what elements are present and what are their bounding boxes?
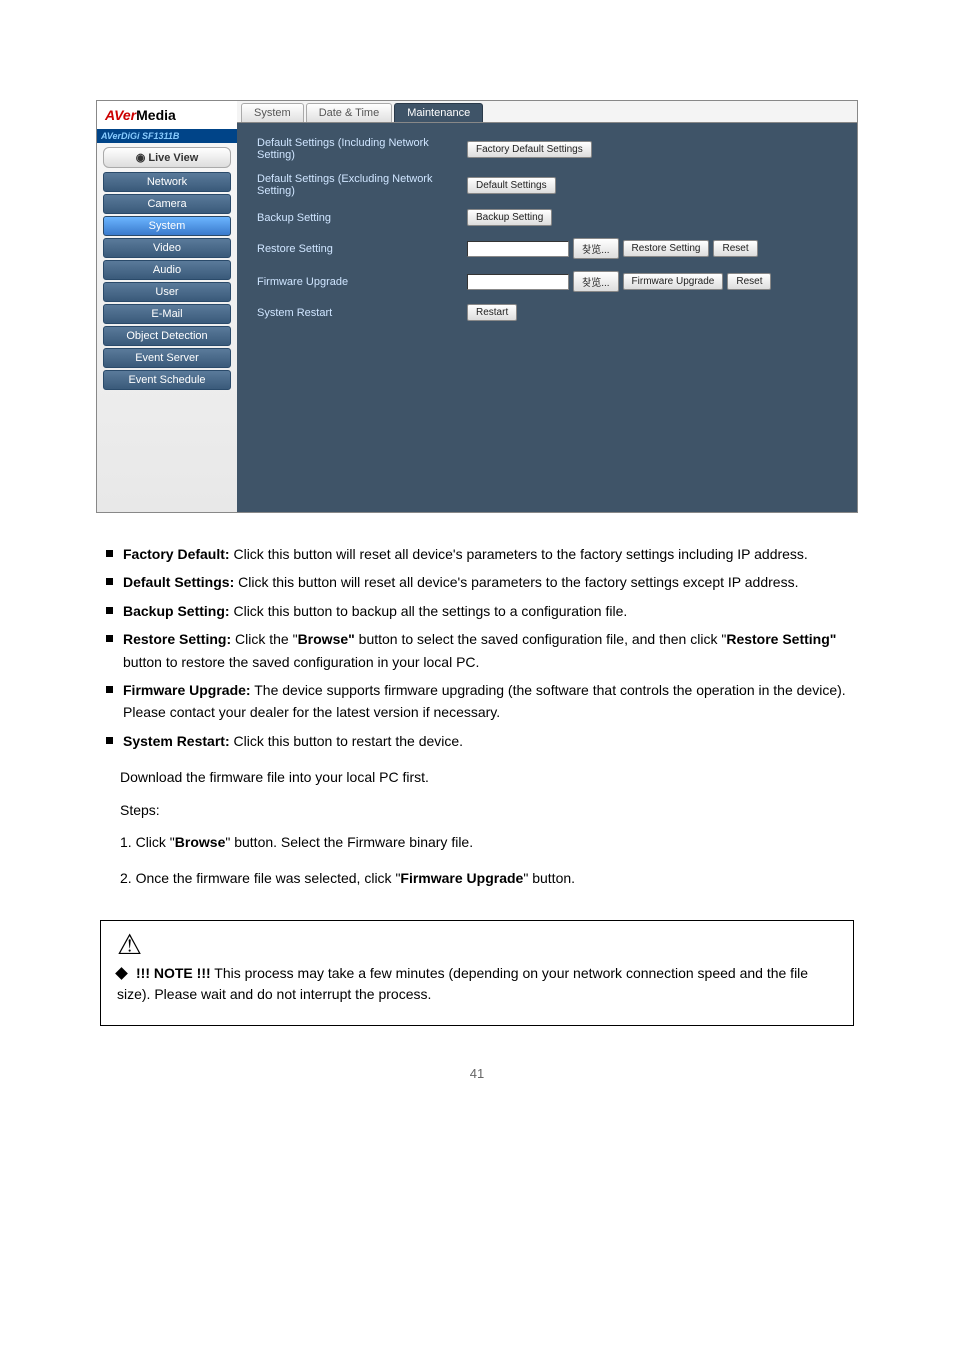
label-restart: System Restart <box>257 307 467 319</box>
steps: Steps: 1. Click "Browse" button. Select … <box>120 799 854 890</box>
term: Factory Default: <box>123 546 230 562</box>
restore-reset-button[interactable]: Reset <box>713 240 757 257</box>
tabbar: SystemDate & TimeMaintenance <box>237 101 857 123</box>
tab-system[interactable]: System <box>241 103 304 122</box>
note-content: !!! NOTE !!! This process may take a few… <box>117 963 837 1005</box>
diamond-icon <box>115 968 128 981</box>
document-body: Factory Default: Click this button will … <box>100 543 854 890</box>
list-item: Restore Setting: Click the "Browse" butt… <box>106 628 854 673</box>
term: System Restart: <box>123 733 230 749</box>
factory-default-button[interactable]: Factory Default Settings <box>467 141 592 158</box>
text: Browse" <box>298 631 355 647</box>
text: " button. <box>523 870 575 886</box>
list-item: Backup Setting: Click this button to bac… <box>106 600 854 622</box>
bullet-icon <box>106 578 113 585</box>
list-item: Factory Default: Click this button will … <box>106 543 854 565</box>
firmware-file-input[interactable] <box>467 274 569 290</box>
step-num: 2. <box>120 870 132 886</box>
feature-list: Factory Default: Click this button will … <box>100 543 854 752</box>
sidebar: AVerMedia AVerDiGi SF1311B ◉ Live View N… <box>97 101 237 512</box>
config-screenshot: AVerMedia AVerDiGi SF1311B ◉ Live View N… <box>96 100 858 513</box>
bullet-icon <box>106 686 113 693</box>
text: Click this butt <box>230 546 317 562</box>
brand-logo: AVerMedia <box>97 101 237 129</box>
text: including IP address. <box>678 546 808 562</box>
logo-part1: AVer <box>105 107 136 123</box>
text: button to select the saved configuration… <box>355 631 722 647</box>
list-item: Default Settings: Click this button will… <box>106 571 854 593</box>
label-factory-default: Default Settings (Including Network Sett… <box>257 137 467 161</box>
text: Once the firmware file was selected, cli… <box>136 870 401 886</box>
note-text: This process may take a few minutes (dep… <box>117 965 808 1002</box>
step: 2. Once the firmware file was selected, … <box>120 867 854 889</box>
list-item: System Restart: Click this button to res… <box>106 730 854 752</box>
backup-setting-button[interactable]: Backup Setting <box>467 209 552 226</box>
label-backup: Backup Setting <box>257 212 467 224</box>
label-firmware: Firmware Upgrade <box>257 276 467 288</box>
list-item: Firmware Upgrade: The device supports fi… <box>106 679 854 724</box>
term: Firmware Upgrade: <box>123 682 251 698</box>
steps-intro: Steps: <box>120 799 854 821</box>
default-settings-button[interactable]: Default Settings <box>467 177 556 194</box>
text: button to restore the saved configuratio… <box>123 654 479 670</box>
bullet-icon <box>106 737 113 744</box>
text: Restore Setting" <box>726 631 836 647</box>
firmware-browse-button[interactable]: 찾览... <box>573 271 619 292</box>
sidebar-item-e-mail[interactable]: E-Mail <box>103 304 231 324</box>
page-number: 41 <box>60 1066 894 1081</box>
step-num: 1. <box>120 834 132 850</box>
text: Click this button to restart the device. <box>230 733 463 749</box>
restore-browse-button[interactable]: 찾览... <box>573 238 619 259</box>
firmware-upgrade-button[interactable]: Firmware Upgrade <box>623 273 724 290</box>
sidebar-item-system[interactable]: System <box>103 216 231 236</box>
term: Restore Setting: <box>123 631 231 647</box>
term: Default Settings: <box>123 574 234 590</box>
text: Browse <box>175 834 226 850</box>
text: " button. Select the Firmware binary fil… <box>225 834 473 850</box>
text: Click " <box>136 834 175 850</box>
restore-setting-button[interactable]: Restore Setting <box>623 240 710 257</box>
text: Click the " <box>235 631 298 647</box>
firmware-reset-button[interactable]: Reset <box>727 273 771 290</box>
term: Backup Setting: <box>123 603 230 619</box>
bullet-icon <box>106 550 113 557</box>
text: Click this button will reset all device'… <box>234 574 798 590</box>
bullet-icon <box>106 607 113 614</box>
logo-part2: Media <box>136 107 176 123</box>
note-label: !!! NOTE !!! <box>136 965 211 981</box>
tab-maintenance[interactable]: Maintenance <box>394 103 483 122</box>
text: Firmware Upgrade <box>400 870 523 886</box>
main-panel: SystemDate & TimeMaintenance Default Set… <box>237 101 857 512</box>
sidebar-item-object-detection[interactable]: Object Detection <box>103 326 231 346</box>
restore-file-input[interactable] <box>467 241 569 257</box>
label-default-settings: Default Settings (Excluding Network Sett… <box>257 173 467 197</box>
sidebar-item-event-server[interactable]: Event Server <box>103 348 231 368</box>
sidebar-item-user[interactable]: User <box>103 282 231 302</box>
sidebar-item-video[interactable]: Video <box>103 238 231 258</box>
warning-icon: ⚠ <box>117 931 837 959</box>
download-note: Download the firmware file into your loc… <box>120 766 854 788</box>
sub-logo: AVerDiGi SF1311B <box>97 129 237 143</box>
live-view-button[interactable]: ◉ Live View <box>103 147 231 168</box>
sidebar-item-network[interactable]: Network <box>103 172 231 192</box>
panel-body: Default Settings (Including Network Sett… <box>237 123 857 347</box>
label-restore: Restore Setting <box>257 243 467 255</box>
text: on will reset all device's parameters to… <box>317 546 678 562</box>
bullet-icon <box>106 635 113 642</box>
text: Click this button to backup all the sett… <box>230 603 628 619</box>
note-box: ⚠ !!! NOTE !!! This process may take a f… <box>100 920 854 1026</box>
sidebar-item-event-schedule[interactable]: Event Schedule <box>103 370 231 390</box>
step: 1. Click "Browse" button. Select the Fir… <box>120 831 854 853</box>
tab-date-time[interactable]: Date & Time <box>306 103 393 122</box>
restart-button[interactable]: Restart <box>467 304 517 321</box>
sidebar-item-camera[interactable]: Camera <box>103 194 231 214</box>
sidebar-item-audio[interactable]: Audio <box>103 260 231 280</box>
